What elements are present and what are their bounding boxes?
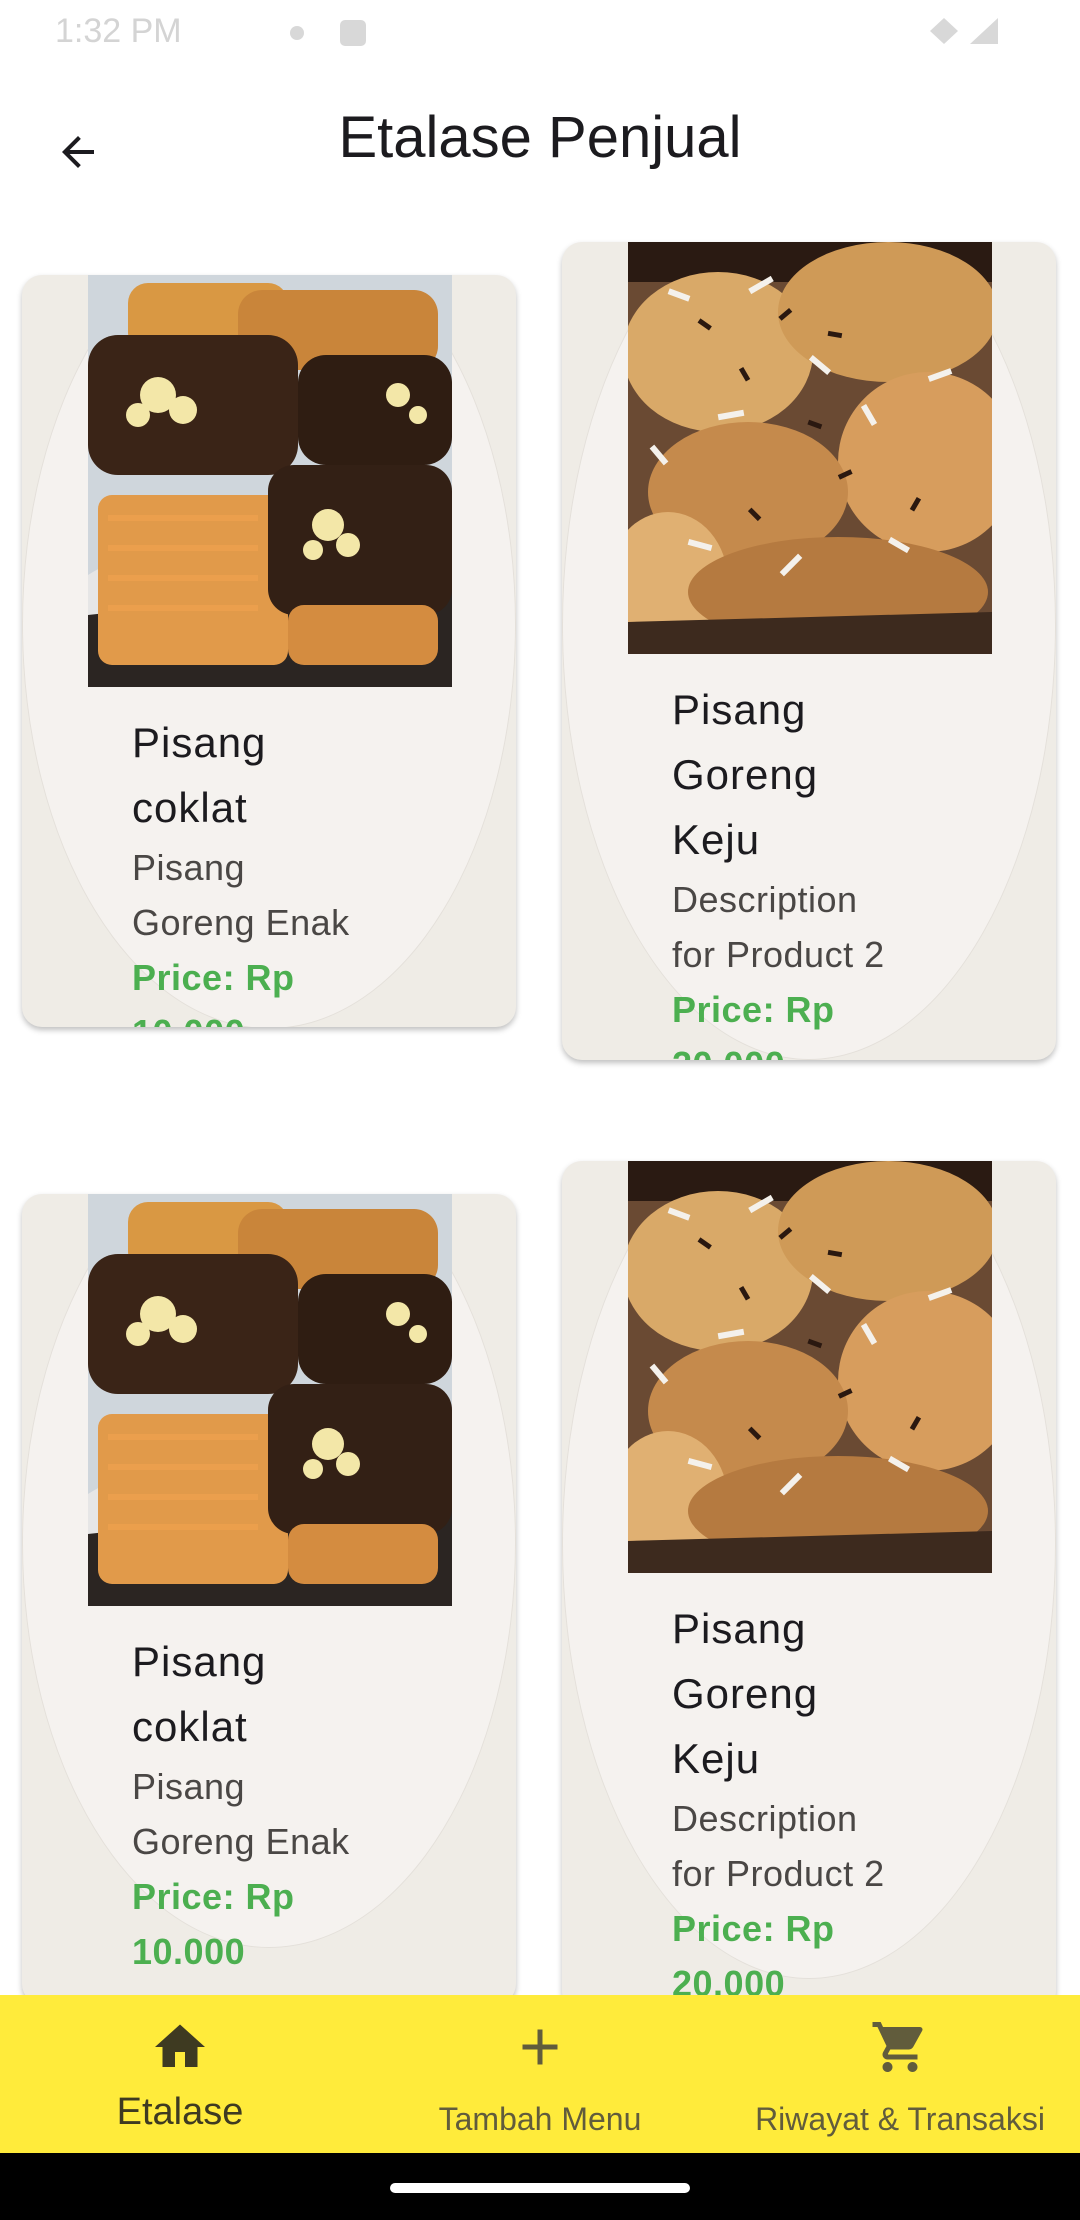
bottom-navigation-bar: Etalase Tambah Menu Riwayat & Transaksi <box>0 1995 1080 2153</box>
nav-item-riwayat-transaksi[interactable]: Riwayat & Transaksi <box>720 1995 1080 2153</box>
product-description: Pisang Goreng Enak <box>132 1766 350 1862</box>
product-price: Price: Rp 10.000 <box>132 957 295 1027</box>
product-description: Pisang Goreng Enak <box>132 847 350 943</box>
nav-label: Tambah Menu <box>438 2101 642 2137</box>
product-price: Price: Rp 10.000 <box>132 1876 295 1972</box>
nav-item-tambah-menu[interactable]: Tambah Menu <box>360 1995 720 2153</box>
gesture-navigation-bar <box>0 2153 1080 2220</box>
chocolate-banana-fritter-photo <box>88 275 452 687</box>
status-time: 1:32 PM <box>55 12 182 50</box>
product-price: Price: Rp 20.000 <box>672 989 835 1060</box>
nav-item-etalase[interactable]: Etalase <box>0 1995 360 2153</box>
product-description: Description for Product 2 <box>672 1798 885 1894</box>
product-name: Pisang Goreng Keju <box>672 1605 819 1782</box>
notification-dot-icon <box>290 26 304 40</box>
product-card[interactable]: Pisang coklat Pisang Goreng Enak Price: … <box>22 275 516 1027</box>
signal-battery-icon <box>930 18 998 44</box>
notification-app-icon <box>340 20 366 46</box>
cheese-banana-fritter-photo <box>628 242 992 654</box>
app-bar: Etalase Penjual <box>0 64 1080 220</box>
product-description: Description for Product 2 <box>672 879 885 975</box>
status-bar: 1:32 PM <box>0 0 1080 64</box>
page-title: Etalase Penjual <box>338 105 742 170</box>
home-gesture-handle[interactable] <box>390 2183 690 2193</box>
product-card[interactable]: Pisang Goreng Keju Description for Produ… <box>562 1161 1056 1995</box>
plus-icon <box>522 2029 558 2065</box>
cheese-banana-fritter-photo <box>628 1161 992 1573</box>
product-card[interactable]: Pisang Goreng Keju Description for Produ… <box>562 242 1056 1060</box>
product-name: Pisang coklat <box>132 719 267 831</box>
product-name: Pisang coklat <box>132 1638 267 1750</box>
chocolate-banana-fritter-photo <box>88 1194 452 1606</box>
product-name: Pisang Goreng Keju <box>672 686 819 863</box>
nav-label: Etalase <box>116 2091 244 2133</box>
product-grid[interactable]: Pisang coklat Pisang Goreng Enak Price: … <box>0 220 1080 1995</box>
nav-label: Riwayat & Transaksi <box>755 2101 1045 2137</box>
product-price: Price: Rp 20.000 <box>672 1908 835 1995</box>
cart-icon <box>872 2022 923 2072</box>
product-card[interactable]: Pisang coklat Pisang Goreng Enak Price: … <box>22 1194 516 1995</box>
home-icon <box>155 2024 205 2067</box>
